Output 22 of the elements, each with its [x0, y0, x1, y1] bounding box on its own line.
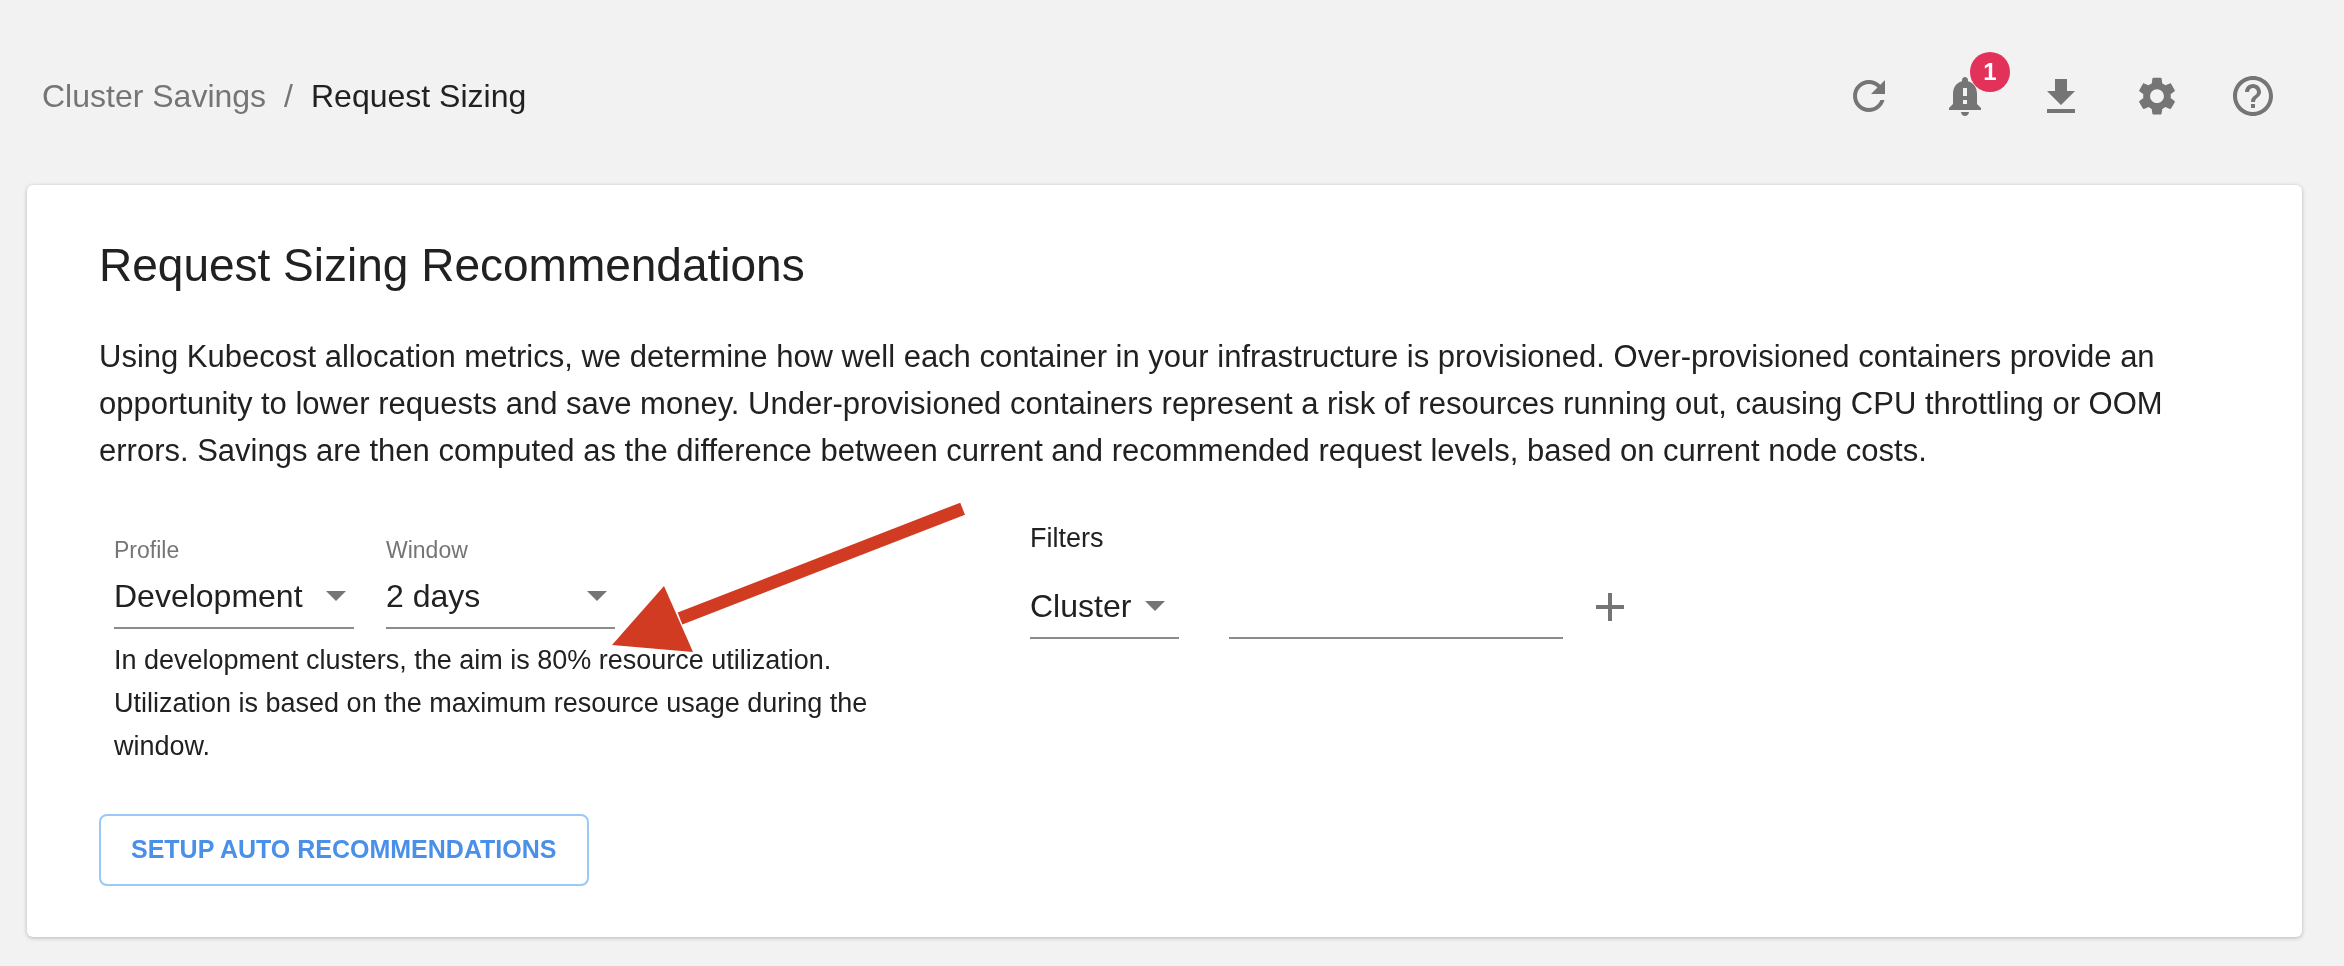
filters-label: Filters [1030, 522, 1104, 555]
filter-property-dropdown[interactable]: Cluster [1030, 575, 1179, 639]
select-dropdown[interactable]: Development [114, 565, 354, 629]
select-label: Window [386, 536, 468, 565]
description-text: Using Kubecost allocation metrics, we determine how well each container in your infrastructure is provisioned. Over-provisioned containers provide an opportunity to lower requests and save money. Under-provisioned containers represent a risk of resources running out, causing CPU throttling or OOM errors. Savings are then computed as the difference between current and recommended request levels, based on current node costs. [99, 338, 2164, 470]
settings-icon[interactable] [2139, 76, 2175, 116]
add-filter-icon[interactable] [1596, 593, 1624, 621]
download-icon[interactable] [2047, 79, 2075, 113]
refresh-icon[interactable] [1853, 80, 1885, 112]
help-icon[interactable] [2233, 76, 2273, 116]
select-label: Profile [114, 536, 180, 565]
breadcrumb-current: Request Sizing [311, 77, 527, 116]
caret-icon [1145, 601, 1165, 611]
notification-badge: 1 [1970, 52, 2010, 92]
select-dropdown[interactable]: 2 days [386, 565, 615, 629]
page-title: Request Sizing Recommendations [99, 238, 806, 293]
breadcrumb-separator: / [284, 77, 293, 116]
bell-icon[interactable] [1949, 76, 1981, 116]
caret-icon [326, 591, 346, 601]
profile-hint-text: In development clusters, the aim is 80% resource utilization. Utilization is based on the maximum resource usage during the window. [114, 644, 869, 763]
breadcrumb-link[interactable]: Cluster Savings [42, 76, 267, 116]
caret-icon [587, 591, 607, 601]
